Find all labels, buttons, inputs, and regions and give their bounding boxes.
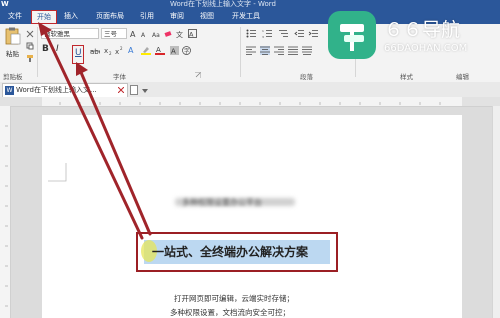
arrow-to-home-tab bbox=[42, 28, 144, 240]
annotation-arrows bbox=[38, 22, 152, 240]
arrow-to-underline-button bbox=[78, 68, 152, 236]
